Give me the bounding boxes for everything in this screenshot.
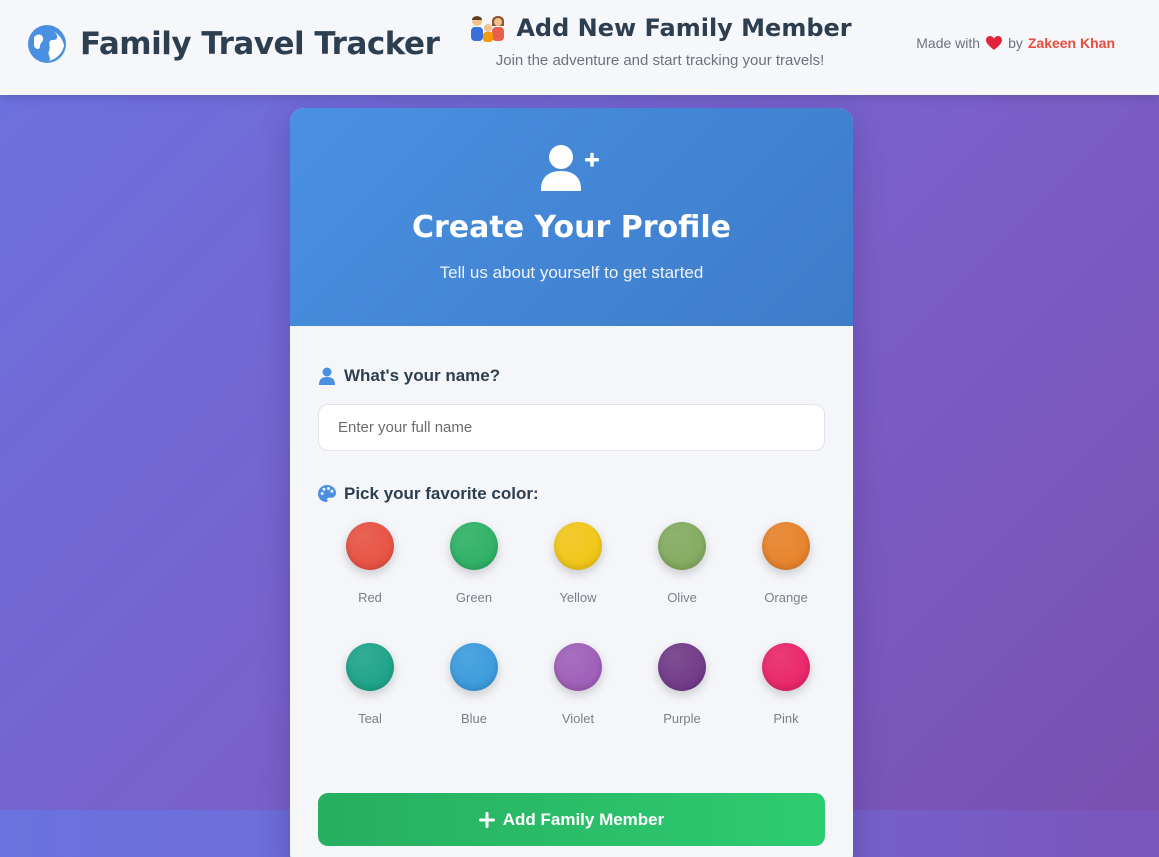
color-swatch-label: Red bbox=[358, 590, 382, 605]
card-subtitle: Tell us about yourself to get started bbox=[439, 263, 704, 282]
page-heading: Add New Family Member Join the adventure… bbox=[430, 14, 890, 69]
color-swatch-orange[interactable]: Orange bbox=[734, 522, 838, 605]
color-dot[interactable] bbox=[346, 643, 394, 691]
color-swatch-olive[interactable]: Olive bbox=[630, 522, 734, 605]
credit: Made with by Zakeen Khan bbox=[916, 35, 1115, 51]
color-swatch-blue[interactable]: Blue bbox=[422, 643, 526, 726]
color-swatch-pink[interactable]: Pink bbox=[734, 643, 838, 726]
color-swatch-label: Blue bbox=[460, 711, 488, 726]
color-swatch-label: Olive bbox=[667, 590, 697, 605]
color-dot[interactable] bbox=[762, 643, 810, 691]
color-dot[interactable] bbox=[554, 522, 602, 570]
top-header: Family Travel Tracker Add New Family Mem… bbox=[0, 0, 1159, 95]
color-dot[interactable] bbox=[658, 522, 706, 570]
color-swatch-label: Yellow bbox=[559, 590, 597, 605]
family-icon bbox=[471, 16, 505, 42]
profile-card: Create Your Profile Tell us about yourse… bbox=[290, 108, 853, 857]
add-family-member-label: Add Family Member bbox=[502, 809, 665, 829]
name-label-text: What's your name? bbox=[344, 366, 501, 385]
credit-by: by bbox=[1008, 35, 1023, 51]
brand[interactable]: Family Travel Tracker bbox=[27, 24, 440, 64]
color-dot[interactable] bbox=[346, 522, 394, 570]
color-swatch-label: Pink bbox=[773, 711, 799, 726]
color-dot[interactable] bbox=[450, 522, 498, 570]
credit-prefix: Made with bbox=[916, 35, 981, 51]
color-swatch-teal[interactable]: Teal bbox=[318, 643, 422, 726]
card-header: Create Your Profile Tell us about yourse… bbox=[290, 108, 853, 326]
brand-title: Family Travel Tracker bbox=[80, 26, 440, 62]
heart-icon bbox=[986, 35, 1003, 50]
color-swatch-label: Teal bbox=[358, 711, 382, 726]
name-label: What's your name? bbox=[318, 366, 825, 386]
page-title: Add New Family Member bbox=[516, 14, 852, 42]
globe-icon bbox=[28, 25, 66, 63]
name-input[interactable] bbox=[318, 404, 825, 451]
color-dot[interactable] bbox=[554, 643, 602, 691]
color-swatch-green[interactable]: Green bbox=[422, 522, 526, 605]
color-swatch-label: Green bbox=[455, 590, 493, 605]
page-subtitle: Join the adventure and start tracking yo… bbox=[495, 52, 825, 69]
color-swatch-label: Purple bbox=[663, 711, 701, 726]
color-swatch-label: Orange bbox=[764, 590, 808, 605]
color-dot[interactable] bbox=[658, 643, 706, 691]
add-family-member-button[interactable]: Add Family Member bbox=[318, 793, 825, 846]
plus-icon bbox=[478, 811, 495, 828]
color-dot[interactable] bbox=[762, 522, 810, 570]
color-label: Pick your favorite color: bbox=[318, 484, 825, 504]
color-label-text: Pick your favorite color: bbox=[344, 484, 539, 503]
color-swatch-yellow[interactable]: Yellow bbox=[526, 522, 630, 605]
user-icon bbox=[319, 367, 335, 385]
color-dot[interactable] bbox=[450, 643, 498, 691]
palette-icon bbox=[318, 485, 336, 502]
color-swatch-red[interactable]: Red bbox=[318, 522, 422, 605]
user-plus-icon bbox=[540, 145, 599, 191]
color-swatch-violet[interactable]: Violet bbox=[526, 643, 630, 726]
credit-author-link[interactable]: Zakeen Khan bbox=[1028, 35, 1115, 51]
card-title: Create Your Profile bbox=[412, 210, 731, 245]
color-picker: Red Green Yellow Olive Orange Teal Blue Violet P… bbox=[318, 522, 825, 726]
color-swatch-label: Violet bbox=[561, 711, 595, 726]
profile-form: What's your name? Pick your favorite col… bbox=[290, 326, 853, 726]
color-swatch-purple[interactable]: Purple bbox=[630, 643, 734, 726]
